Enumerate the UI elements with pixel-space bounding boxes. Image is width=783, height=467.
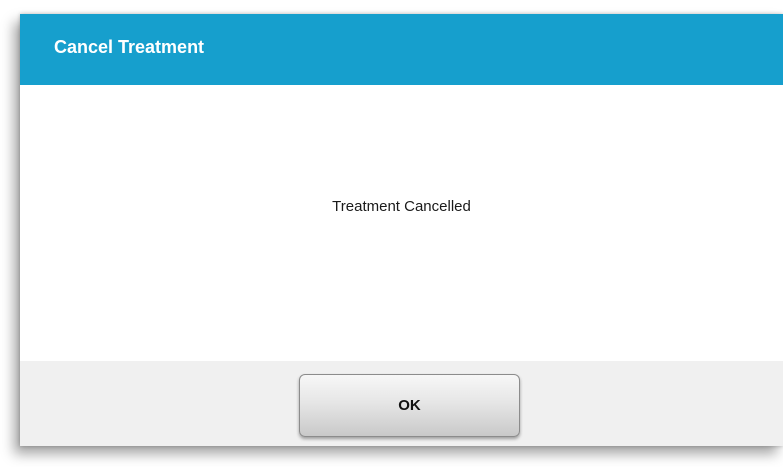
cancel-treatment-dialog: Cancel Treatment Treatment Cancelled OK	[20, 14, 783, 446]
dialog-body: Treatment Cancelled	[20, 85, 783, 361]
screen: Cancel Treatment Treatment Cancelled OK	[0, 0, 783, 467]
ok-button[interactable]: OK	[299, 374, 520, 437]
dialog-title: Cancel Treatment	[54, 37, 205, 57]
dialog-footer: OK	[20, 361, 783, 446]
dialog-message: Treatment Cancelled	[332, 198, 471, 215]
dialog-header: Cancel Treatment	[20, 14, 783, 85]
